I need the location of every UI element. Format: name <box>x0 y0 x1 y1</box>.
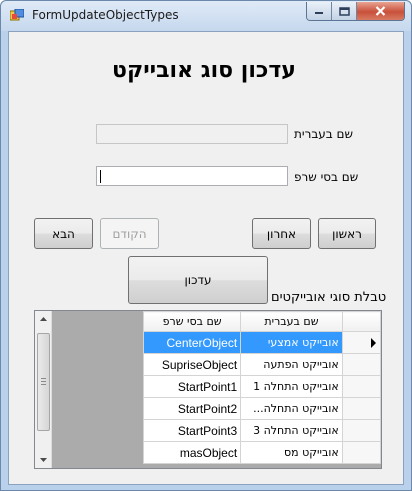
close-button[interactable] <box>356 2 404 20</box>
maximize-icon <box>338 6 350 16</box>
table-row[interactable]: StartPoint1 אובייקט התחלה 1 <box>142 375 381 398</box>
maximize-button[interactable] <box>332 2 357 20</box>
row-header[interactable] <box>341 353 381 376</box>
grip-line <box>41 384 46 385</box>
table-row[interactable]: SupriseObject אובייקט הפתעה <box>142 353 381 376</box>
cell-sharp[interactable]: StartPoint1 <box>142 375 242 398</box>
window-frame: FormUpdateObjectTypes עדכון סוג אובייקט … <box>0 0 412 491</box>
sharp-name-input[interactable] <box>97 167 287 185</box>
column-header-hebrew[interactable]: שם בעברית <box>240 311 343 332</box>
hebrew-name-label: שם בעברית <box>294 127 354 141</box>
cell-hebrew[interactable]: אובייקט מס <box>240 441 343 464</box>
scroll-thumb[interactable] <box>37 333 50 431</box>
row-header[interactable] <box>341 419 381 442</box>
cell-sharp[interactable]: CenterObject <box>142 331 242 354</box>
hebrew-name-field[interactable] <box>96 124 288 144</box>
object-types-grid[interactable]: שם בסי שרפ שם בעברית CenterObject אובייק… <box>34 310 382 469</box>
cell-hebrew[interactable]: אובייקט אמצעי <box>240 331 343 354</box>
table-row[interactable]: CenterObject אובייקט אמצעי <box>142 331 381 354</box>
cell-hebrew[interactable]: אובייקט הפתעה <box>240 353 343 376</box>
minimize-icon <box>315 12 324 14</box>
cell-sharp[interactable]: SupriseObject <box>142 353 242 376</box>
window-controls <box>306 2 405 21</box>
next-button[interactable]: הבא <box>34 218 93 249</box>
cell-sharp[interactable]: StartPoint3 <box>142 419 242 442</box>
table-row[interactable]: masObject אובייקט מס <box>142 441 381 464</box>
column-header-sharp[interactable]: שם בסי שרפ <box>142 311 242 332</box>
current-row-icon <box>370 338 376 348</box>
data-table: שם בסי שרפ שם בעברית CenterObject אובייק… <box>142 311 381 464</box>
sharp-name-label: שם בסי שרפ <box>294 170 359 184</box>
last-button[interactable]: אחרון <box>252 218 311 249</box>
title-bar[interactable]: FormUpdateObjectTypes <box>1 1 411 31</box>
scroll-up-icon[interactable] <box>39 315 48 324</box>
row-header[interactable] <box>341 331 381 354</box>
update-button[interactable]: עדכון <box>128 256 268 304</box>
cell-sharp[interactable]: masObject <box>142 441 242 464</box>
cell-hebrew[interactable]: אובייקט התחלה... <box>240 397 343 420</box>
grid-caption: טבלת סוגי אובייקטים <box>271 290 387 305</box>
scroll-down-icon[interactable] <box>39 455 48 464</box>
hebrew-name-input[interactable] <box>97 125 287 143</box>
close-icon <box>375 6 386 16</box>
table-row[interactable]: StartPoint3 אובייקט התחלה 3 <box>142 419 381 442</box>
minimize-button[interactable] <box>307 2 333 20</box>
row-header[interactable] <box>341 441 381 464</box>
vertical-scrollbar[interactable] <box>35 311 52 468</box>
app-icon <box>10 9 24 21</box>
form-client-area: עדכון סוג אובייקט שם בעברית שם בסי שרפ ר… <box>8 31 404 485</box>
page-title: עדכון סוג אובייקט <box>112 58 296 83</box>
grip-line <box>41 381 46 382</box>
text-caret <box>100 170 101 183</box>
sharp-name-field[interactable] <box>96 166 288 186</box>
cell-hebrew[interactable]: אובייקט התחלה 3 <box>240 419 343 442</box>
table-row[interactable]: StartPoint2 אובייקט התחלה... <box>142 397 381 420</box>
row-header-corner[interactable] <box>341 311 381 332</box>
grip-line <box>41 378 46 379</box>
cell-hebrew[interactable]: אובייקט התחלה 1 <box>240 375 343 398</box>
row-header[interactable] <box>341 397 381 420</box>
row-header[interactable] <box>341 375 381 398</box>
window-title: FormUpdateObjectTypes <box>32 8 179 22</box>
first-button[interactable]: ראשון <box>318 218 376 249</box>
cell-sharp[interactable]: StartPoint2 <box>142 397 242 420</box>
previous-button[interactable]: הקודם <box>100 218 159 249</box>
